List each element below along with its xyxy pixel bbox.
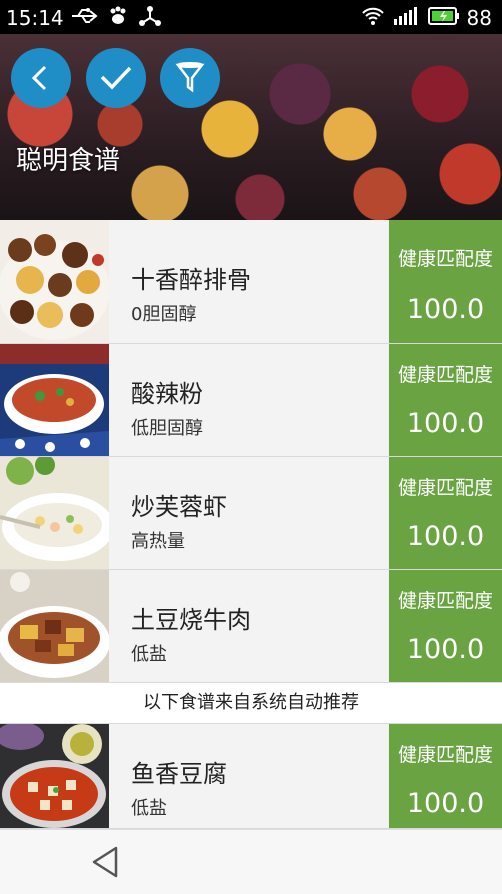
filter-icon [175,62,205,93]
recipe-info: 鱼香豆腐 低盐 [109,724,388,828]
health-score-box: 健康匹配度 100.0 [389,457,502,569]
check-icon [100,66,132,90]
recipe-row[interactable]: 十香醉排骨 0胆固醇 健康匹配度 100.0 [0,220,502,344]
recipe-name: 炒芙蓉虾 [131,493,227,521]
health-score-box: 健康匹配度 100.0 [389,724,502,828]
recipe-thumbnail [0,724,109,828]
health-score-value: 100.0 [406,634,485,665]
recipe-thumbnail [0,570,109,682]
back-icon [31,65,47,91]
status-time: 15:14 [6,6,64,30]
recipe-tag: 低盐 [131,644,167,665]
share-icon [138,5,162,31]
recipe-row[interactable]: 酸辣粉 低胆固醇 健康匹配度 100.0 [0,344,502,457]
recipe-info: 十香醉排骨 0胆固醇 [109,220,388,343]
health-score-label: 健康匹配度 [397,364,493,386]
battery-icon [428,5,460,31]
health-score-label: 健康匹配度 [397,477,493,499]
status-bar: 15:14 88 [0,0,502,34]
recipe-tag: 低盐 [131,798,167,819]
recipe-info: 土豆烧牛肉 低盐 [109,570,388,682]
filter-button[interactable] [160,48,220,108]
recommend-section-label: 以下食谱来自系统自动推荐 [0,683,502,724]
navigation-bar [0,829,502,894]
health-score-label: 健康匹配度 [397,248,493,270]
nav-back-icon [92,846,118,878]
recipe-name: 土豆烧牛肉 [131,606,251,634]
recipe-row[interactable]: 鱼香豆腐 低盐 健康匹配度 100.0 [0,724,502,829]
paw-icon [107,5,129,31]
health-score-label: 健康匹配度 [397,744,493,766]
recipe-thumbnail [0,457,109,569]
recipe-thumbnail [0,344,109,456]
usb-icon [70,5,100,31]
recipe-row[interactable]: 炒芙蓉虾 高热量 健康匹配度 100.0 [0,457,502,570]
recipe-name: 十香醉排骨 [131,266,251,294]
header-banner: 聪明食谱 [0,34,502,220]
recipe-thumbnail [0,220,109,343]
health-score-box: 健康匹配度 100.0 [389,220,502,343]
signal-icon [393,5,419,31]
recipe-row[interactable]: 土豆烧牛肉 低盐 健康匹配度 100.0 [0,570,502,683]
battery-level: 88 [466,6,492,30]
health-score-value: 100.0 [406,408,485,439]
health-score-label: 健康匹配度 [397,590,493,612]
health-score-value: 100.0 [406,521,485,552]
recipe-tag: 高热量 [131,531,185,552]
health-score-value: 100.0 [406,294,485,325]
recipe-info: 炒芙蓉虾 高热量 [109,457,388,569]
page-title: 聪明食谱 [16,146,121,176]
health-score-value: 100.0 [406,788,485,819]
recipe-tag: 0胆固醇 [131,304,197,325]
recipe-list: 十香醉排骨 0胆固醇 健康匹配度 100.0 酸辣粉 低胆固醇 健康匹配度 10… [0,220,502,829]
confirm-button[interactable] [86,48,146,108]
recipe-name: 鱼香豆腐 [131,760,227,788]
nav-back-button[interactable] [90,845,120,883]
back-button[interactable] [11,48,71,108]
recipe-info: 酸辣粉 低胆固醇 [109,344,388,456]
wifi-icon [361,5,385,31]
recipe-name: 酸辣粉 [131,380,203,408]
health-score-box: 健康匹配度 100.0 [389,344,502,456]
recipe-tag: 低胆固醇 [131,418,203,439]
health-score-box: 健康匹配度 100.0 [389,570,502,682]
